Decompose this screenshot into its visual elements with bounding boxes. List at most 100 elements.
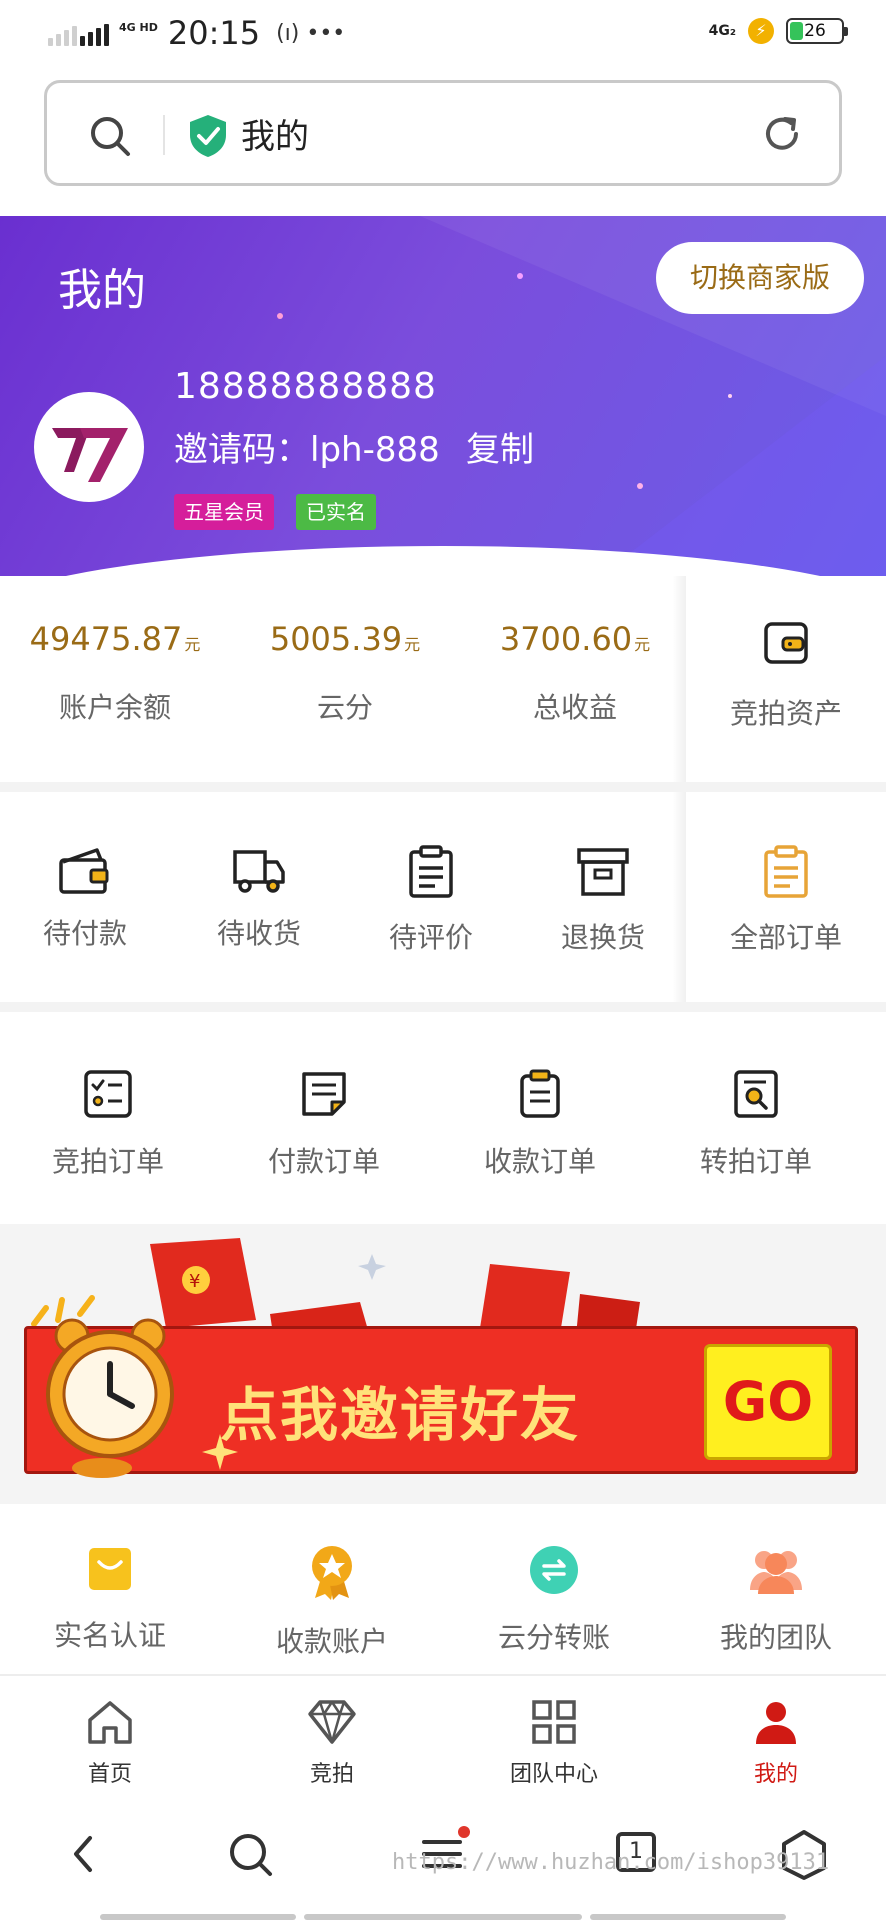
asset-stats: 49475.87 元 账户余额 5005.39 元 云分 3700.60 元 总收益 … xyxy=(0,576,886,782)
type-label: 竞拍订单 xyxy=(51,1145,164,1178)
switch-merchant-button[interactable]: 切换商家版 xyxy=(656,242,864,314)
stat-total-income[interactable]: 3700.60 元 总收益 xyxy=(460,620,690,726)
signal-icon xyxy=(48,20,109,46)
charging-icon: ⚡ xyxy=(748,18,774,44)
user-icon xyxy=(756,1702,796,1744)
tab-label: 竞拍 xyxy=(309,1762,354,1787)
tab-home[interactable]: 首页 xyxy=(20,1698,200,1788)
status-extra-icons: (ı) ••• xyxy=(276,20,346,46)
copy-invite-button[interactable]: 复制 xyxy=(466,422,534,471)
tab-mine[interactable]: 我的 xyxy=(686,1698,866,1788)
service-receiving-account[interactable]: 收款账户 xyxy=(232,1544,432,1660)
order-label: 待收货 xyxy=(216,917,301,950)
tab-team-center[interactable]: 团队中心 xyxy=(464,1698,644,1788)
clipboard-icon xyxy=(409,845,453,898)
stat-unit: 元 xyxy=(634,635,651,654)
alarm-clock-icon xyxy=(46,1318,174,1478)
service-points-transfer[interactable]: 云分转账 xyxy=(454,1544,654,1656)
member-level-badge: 五星会员 xyxy=(174,494,274,530)
network-label: 4G HD xyxy=(119,20,158,34)
search-icon[interactable] xyxy=(87,113,133,159)
tab-label: 团队中心 xyxy=(509,1762,598,1787)
verified-badge: 已实名 xyxy=(296,494,376,530)
order-label: 待付款 xyxy=(42,917,127,950)
clipboard-icon xyxy=(520,1069,560,1118)
invite-friends-banner[interactable]: ¥ 点我邀请好友 GO xyxy=(0,1224,886,1504)
service-real-name[interactable]: 实名认证 xyxy=(10,1544,210,1654)
section-gap xyxy=(0,1002,886,1012)
order-types-row: 竞拍订单 付款订单 收款订单 转拍订单 xyxy=(0,1012,886,1224)
team-icon xyxy=(750,1551,802,1594)
search-icon[interactable] xyxy=(220,1824,280,1884)
network-4g-icon: 4G₂ xyxy=(708,23,736,39)
truck-icon xyxy=(233,850,285,893)
watermark-text: https://www.huzhan.com/ishop39131 xyxy=(392,1850,830,1875)
tab-label: 首页 xyxy=(87,1762,132,1787)
bottom-tab-bar: 首页 竞拍 团队中心 我的 xyxy=(0,1674,886,1794)
service-my-team[interactable]: 我的团队 xyxy=(676,1544,876,1656)
note-icon xyxy=(302,1072,346,1116)
tab-auction[interactable]: 竞拍 xyxy=(242,1698,422,1788)
address-divider xyxy=(163,115,165,155)
order-pending-payment[interactable]: 待付款 xyxy=(10,844,160,952)
clipboard-list-icon xyxy=(764,845,808,898)
order-returns[interactable]: 退换货 xyxy=(528,844,678,956)
section-gap xyxy=(0,782,886,792)
status-left: 4G HD 20:15 (ı) ••• xyxy=(48,14,345,52)
back-icon[interactable] xyxy=(54,1824,114,1884)
type-label: 付款订单 xyxy=(267,1145,380,1178)
wallet-icon xyxy=(59,848,109,894)
home-icon xyxy=(88,1701,132,1744)
bottom-indicator xyxy=(304,1914,582,1920)
stat-cloud-points[interactable]: 5005.39 元 云分 xyxy=(230,620,460,726)
transfer-icon xyxy=(530,1546,578,1594)
type-label: 收款订单 xyxy=(483,1145,596,1178)
stat-balance[interactable]: 49475.87 元 账户余额 xyxy=(0,620,230,726)
services-row: 实名认证 收款账户 云分转账 我的团队 xyxy=(0,1504,886,1672)
all-orders-button[interactable]: 全部订单 xyxy=(686,844,886,956)
svg-text:¥: ¥ xyxy=(189,1271,200,1292)
user-phone: 18888888888 xyxy=(174,366,437,407)
resale-orders[interactable]: 转拍订单 xyxy=(656,1068,856,1180)
service-label: 实名认证 xyxy=(53,1619,166,1652)
battery-icon: 26 xyxy=(786,18,848,44)
clock: 20:15 xyxy=(167,14,261,52)
reload-icon[interactable] xyxy=(759,111,805,157)
stat-unit: 元 xyxy=(184,635,201,654)
wallet-card-icon xyxy=(764,622,808,664)
order-label: 退换货 xyxy=(560,921,645,954)
bottom-indicator xyxy=(100,1914,296,1920)
receipt-orders[interactable]: 收款订单 xyxy=(440,1068,640,1180)
page-title: 我的 xyxy=(58,265,146,316)
stat-label: 账户余额 xyxy=(58,691,171,724)
document-search-icon xyxy=(734,1070,778,1118)
stat-label: 云分 xyxy=(316,691,373,724)
address-bar[interactable]: 我的 xyxy=(44,80,842,186)
diamond-icon xyxy=(308,1700,356,1744)
order-label: 待评价 xyxy=(388,921,473,954)
service-label: 收款账户 xyxy=(275,1625,388,1658)
go-button[interactable]: GO xyxy=(704,1344,832,1460)
shield-check-icon xyxy=(190,115,226,157)
checklist-icon xyxy=(84,1070,132,1118)
status-bar: 4G HD 20:15 (ı) ••• 4G₂ ⚡ 26 xyxy=(0,0,886,70)
side-label: 竞拍资产 xyxy=(729,697,842,730)
order-pending-receipt[interactable]: 待收货 xyxy=(184,844,334,952)
auction-assets-button[interactable]: 竞拍资产 xyxy=(686,618,886,732)
avatar[interactable] xyxy=(34,392,144,502)
battery-level: 26 xyxy=(804,21,826,41)
order-status-row: 待付款 待收货 待评价 退换货 全部订单 xyxy=(0,792,886,1002)
type-label: 转拍订单 xyxy=(699,1145,812,1178)
sparkle-icon xyxy=(202,1434,238,1470)
auction-orders[interactable]: 竞拍订单 xyxy=(8,1068,208,1180)
order-pending-review[interactable]: 待评价 xyxy=(356,844,506,956)
medal-icon xyxy=(312,1546,352,1600)
service-label: 我的团队 xyxy=(719,1621,832,1654)
section-divider xyxy=(672,576,686,782)
brand-logo-icon xyxy=(52,428,128,482)
stat-value: 5005.39 xyxy=(269,620,403,658)
archive-box-icon xyxy=(577,848,629,896)
status-right: 4G₂ ⚡ 26 xyxy=(708,18,848,44)
payment-orders[interactable]: 付款订单 xyxy=(224,1068,424,1180)
service-label: 云分转账 xyxy=(497,1621,610,1654)
